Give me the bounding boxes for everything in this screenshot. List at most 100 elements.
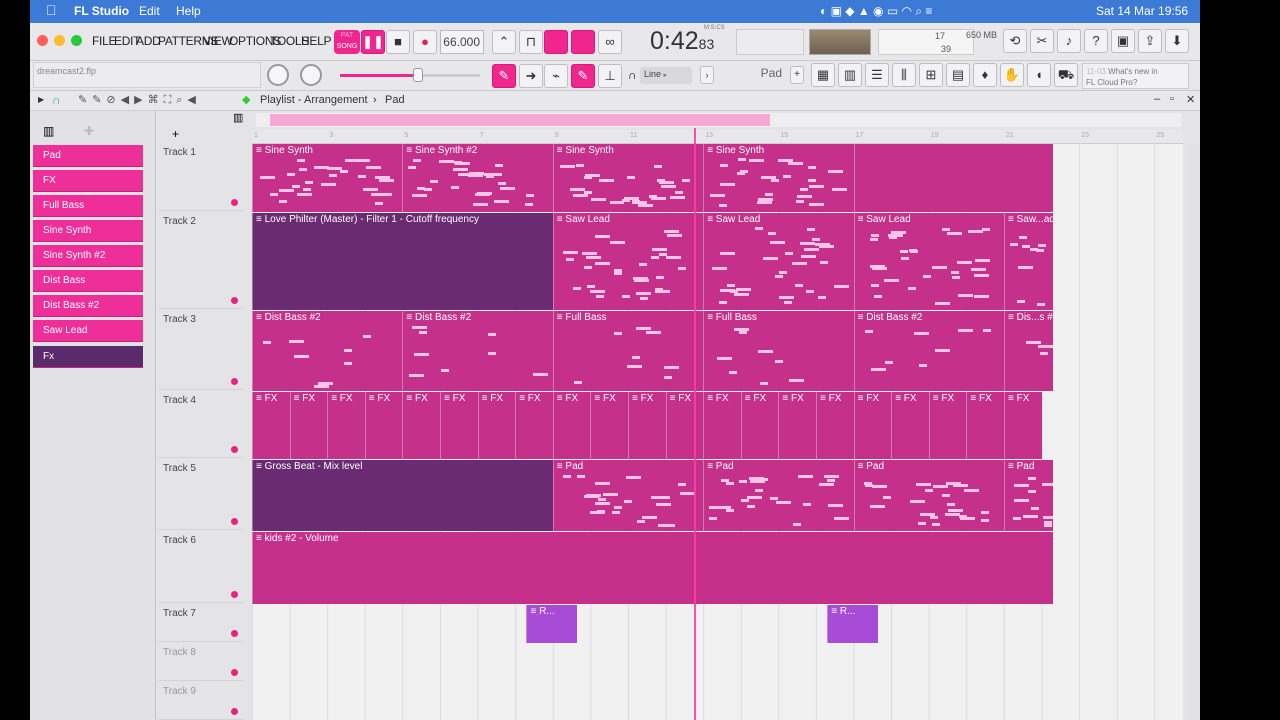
playlist-clip[interactable]: ≡ FX — [853, 392, 892, 459]
master-slider-handle[interactable] — [413, 68, 423, 82]
track-header[interactable]: Track 9 — [159, 681, 244, 720]
slice-tool-icon[interactable]: ⌁ — [544, 64, 568, 88]
playlist-clip[interactable]: ≡ FX — [590, 392, 628, 459]
mixer-icon[interactable]: ⫼ — [892, 63, 916, 87]
browser-icon[interactable]: ⊞ — [919, 63, 943, 87]
plugin-db-icon[interactable]: ♦ — [973, 63, 997, 87]
playlist-clip[interactable]: ≡ Dis...s #2 — [1004, 311, 1053, 391]
playlist-clip[interactable]: ≡ Pad — [703, 460, 854, 531]
playlist-scroll-thumb[interactable] — [270, 114, 770, 126]
playlist-tools[interactable]: ✎✎⊘◀▶⌘⛶⌕◀ — [78, 93, 201, 107]
stop-button[interactable]: ■ — [386, 30, 410, 54]
playlist-clip[interactable]: ≡ FX — [252, 392, 290, 459]
wait-icon[interactable]: ⊓ — [519, 30, 543, 54]
track-header[interactable]: Track 3 — [159, 309, 244, 390]
track-mute-icon[interactable] — [231, 708, 238, 715]
timeline-ruler[interactable]: 1 3 5 7 9 11 13 15 17 19 21 23 25 — [252, 130, 1183, 144]
playlist-clip[interactable]: ≡ Sine Synth #2 — [402, 144, 553, 212]
playlist-menu-arrow[interactable]: ▶ — [38, 95, 44, 104]
track-mute-icon[interactable] — [231, 669, 238, 676]
pat-song-toggle[interactable]: PAT SONG — [334, 30, 360, 54]
playlist-clip[interactable]: ≡ FX — [628, 392, 666, 459]
playlist-clip[interactable]: ≡ Saw...ad — [1004, 213, 1053, 310]
pattern-item[interactable]: Sine Synth #2 — [33, 245, 143, 267]
playlist-clip[interactable]: ≡ FX — [477, 392, 516, 459]
record-button[interactable]: ● — [413, 30, 437, 54]
pattern-item[interactable]: Saw Lead — [33, 320, 143, 342]
playlist-magnet-icon[interactable]: ∩ — [52, 93, 61, 107]
playlist-scroll-bar[interactable] — [256, 113, 1182, 127]
pattern-item[interactable]: Sine Synth — [33, 220, 143, 242]
pattern-selector[interactable]: Pad — [716, 66, 786, 84]
playlist-clip[interactable]: ≡ FX — [289, 392, 328, 459]
app-name[interactable]: FL Studio — [74, 4, 129, 18]
touch-keyboard-icon[interactable]: ✋ — [1000, 63, 1024, 87]
menubar-help[interactable]: Help — [176, 4, 201, 18]
playlist-clip[interactable]: ≡ FX — [1004, 392, 1042, 459]
playlist-clip[interactable]: ≡ FX — [665, 392, 704, 459]
playlist-clip[interactable]: ≡ FX — [703, 392, 741, 459]
pattern-plus-icon[interactable]: ✚ — [84, 124, 94, 138]
master-pitch-knob[interactable] — [300, 64, 322, 86]
playlist-clip[interactable]: ≡ Pad — [552, 460, 704, 531]
playlist-clip[interactable]: ≡ FX — [402, 392, 440, 459]
menu-file[interactable]: FILE — [92, 34, 116, 48]
playlist-clip[interactable]: ≡ FX — [364, 392, 403, 459]
pattern-add-icon[interactable]: + — [172, 127, 179, 141]
playlist-clip[interactable]: ≡ Dist Bass #2 — [853, 311, 1004, 391]
playlist-maximize-icon[interactable]: ▫ — [1170, 93, 1174, 105]
close-window-button[interactable] — [37, 35, 48, 46]
tempo-display[interactable]: 66.000 — [440, 30, 484, 54]
piano-icon[interactable]: ▥ — [43, 124, 54, 138]
track-header[interactable]: Track 7 — [159, 603, 244, 642]
channel-rack-icon[interactable]: ☰ — [865, 63, 889, 87]
apple-icon[interactable]:  — [46, 2, 57, 18]
track-header[interactable]: Track 8 — [159, 642, 244, 681]
zoom-window-button[interactable] — [71, 35, 82, 46]
tools-icon[interactable]: ✂ — [1030, 29, 1054, 53]
track-header[interactable]: Track 5 — [159, 458, 244, 530]
playlist-clip[interactable]: ≡ Dist Bass #2 — [252, 311, 403, 391]
minimize-window-button[interactable] — [54, 35, 65, 46]
playlist-clip[interactable]: ≡ Full Bass — [703, 311, 854, 391]
playlist-clip[interactable]: ≡ Sine Synth — [703, 144, 854, 212]
menu-help[interactable]: HELP — [301, 34, 331, 48]
stamp-tool-icon[interactable]: ⊥ — [598, 64, 622, 88]
playlist-clip[interactable]: ≡ Saw Lead — [703, 213, 854, 310]
snap-toggle-icon[interactable]: ▥ — [233, 111, 243, 124]
pattern-item[interactable]: Full Bass — [33, 195, 143, 217]
menubar-clock[interactable]: Sat 14 Mar 19:56 — [1096, 4, 1188, 18]
playlist-clip[interactable]: ≡ FX — [440, 392, 478, 459]
master-slider[interactable] — [340, 74, 480, 77]
playlist-clip[interactable]: ≡ R... — [827, 605, 879, 643]
playlist-clip[interactable]: ≡ Pad — [853, 460, 1004, 531]
playlist-grid[interactable]: ≡ Sine Synth ≡ Sine Synth #2 ≡ Sine Synth ≡… — [252, 144, 1183, 720]
snap-select[interactable]: Line ▸ — [640, 67, 692, 84]
track-mute-icon[interactable] — [231, 446, 238, 453]
playlist-clip[interactable]: ≡ Saw Lead — [552, 213, 704, 310]
playlist-clip[interactable]: ≡ Sine Synth — [252, 144, 403, 212]
pattern-item[interactable]: Pad — [33, 145, 143, 167]
playlist-clip[interactable]: ≡ Gross Beat - Mix level — [252, 460, 553, 531]
playlist-clip[interactable]: ≡ FX — [740, 392, 779, 459]
track-header[interactable]: Track 2 — [159, 211, 244, 309]
microphone-icon[interactable]: ♪ — [1057, 29, 1081, 53]
download-icon[interactable]: ⬇ — [1165, 29, 1189, 53]
track-mute-icon[interactable] — [231, 297, 238, 304]
playlist-minimize-icon[interactable]: – — [1154, 93, 1160, 105]
track-header[interactable]: Track 6 — [159, 530, 244, 603]
track-mute-icon[interactable] — [231, 378, 238, 385]
shop-icon[interactable]: ⛟ — [1054, 63, 1078, 87]
help-icon[interactable]: ? — [1084, 29, 1108, 53]
track-mute-icon[interactable] — [231, 199, 238, 206]
track-mute-icon[interactable] — [231, 630, 238, 637]
track-mute-icon[interactable] — [231, 518, 238, 525]
piano-roll-window-icon[interactable]: ▥ — [838, 63, 862, 87]
playhead[interactable] — [694, 128, 696, 720]
master-volume-knob[interactable] — [267, 64, 289, 86]
playlist-clip[interactable]: ≡ Dist Bass #2 — [402, 311, 553, 391]
metronome-icon[interactable]: ⌃ — [492, 30, 516, 54]
save-icon[interactable]: ▣ — [1111, 29, 1135, 53]
pattern-item[interactable]: Fx — [33, 346, 143, 368]
playlist-clip[interactable]: ≡ Pad — [1004, 460, 1053, 531]
